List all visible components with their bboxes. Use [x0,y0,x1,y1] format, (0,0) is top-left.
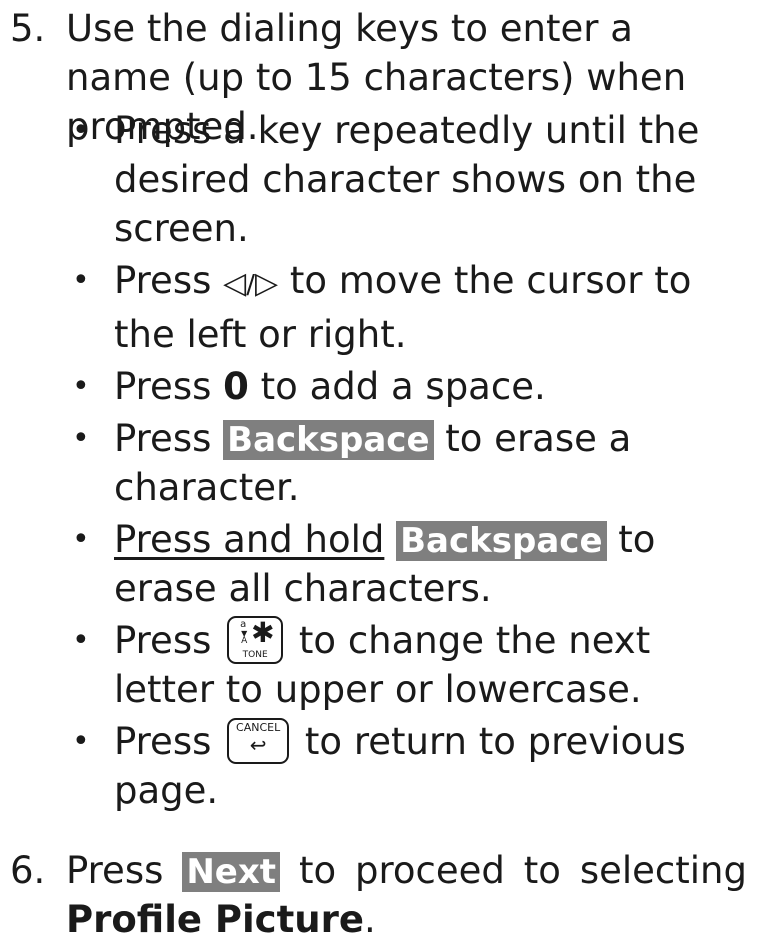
tone-key-lower-a: a [240,618,247,630]
tone-key-icon: a ▼ A ✱ TONE [227,615,284,664]
step-text: Press Next to proceed to selecting Profi… [66,846,747,944]
bullet-text: Press a key repeatedly until the desired… [114,109,700,250]
zero-key-label: 0 [223,365,249,408]
bullet-dot-icon: • [72,724,90,759]
star-icon: ✱ [251,615,275,649]
bullet-dot-icon: • [72,522,90,557]
bullet-item: • Press a ▼ A ✱ TONE to change the next … [70,615,747,714]
bullet-dot-icon: • [72,263,90,298]
bullet-dot-icon: • [72,421,90,456]
bullet-item: • Press CANCEL ↩ to return to previous p… [70,717,747,815]
bullet-text-press: Press [114,417,212,460]
right-arrow-icon: ▷ [255,266,279,301]
bullet-item: • Press and hold Backspace to erase all … [70,515,747,613]
bullet-dot-icon: • [72,113,90,148]
bullet-item: • Press 0 to add a space. [70,362,747,411]
bullet-text-press: Press [114,365,212,408]
cancel-key-icon: CANCEL ↩ [227,717,290,764]
bullet-item: • Press Backspace to erase a character. [70,414,747,512]
bullet-text-press: Press [114,259,212,302]
step-number: 5. [10,7,46,50]
manual-page: 5. Use the dialing keys to enter a name … [0,0,759,947]
bullet-text: to add a space. [260,365,546,408]
step-5-bullet-list: • Press a key repeatedly until the desir… [70,106,747,818]
step-text-period: . [363,898,376,941]
press-and-hold-text: Press and hold [114,518,385,561]
bullet-dot-icon: • [72,369,90,404]
left-arrow-icon: ◁ [223,266,247,301]
tone-key-label: TONE [242,649,268,660]
step-text-press: Press [66,849,164,892]
return-arrow-icon: ↩ [249,732,267,757]
bullet-item: • Press a key repeatedly until the desir… [70,106,747,253]
backspace-key-label: Backspace [223,420,434,460]
backspace-key-label: Backspace [396,521,607,561]
arrow-separator: / [246,270,255,300]
next-key-label: Next [182,852,281,892]
bullet-dot-icon: • [72,623,90,658]
cancel-key-label: CANCEL [236,720,281,734]
bullet-text-press: Press [114,720,212,763]
step-text-rest: to proceed to selecting [298,849,747,892]
step-number: 6. [10,849,46,892]
step-6: 6. Press Next to proceed to selecting Pr… [10,846,747,944]
bullet-item: • Press ◁/▷ to move the cursor to the le… [70,256,747,359]
tone-key-upper-a: A [241,635,248,646]
bullet-text-press: Press [114,619,212,662]
profile-picture-label: Profile Picture [66,898,364,941]
